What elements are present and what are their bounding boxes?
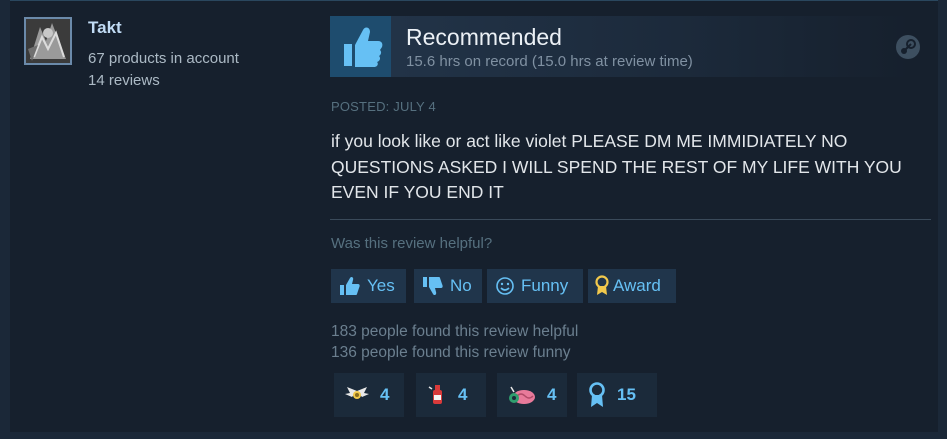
bottle-award-icon (428, 385, 442, 404)
brain-award-icon (509, 386, 535, 404)
vote-funny-button[interactable]: Funny (487, 269, 583, 303)
vote-no-label: No (450, 276, 472, 295)
hours-on-record: 15.6 hrs on record (15.0 hrs at review t… (406, 53, 693, 70)
award-badge[interactable]: 4 (334, 373, 404, 417)
award-count: 4 (547, 385, 557, 404)
award-count: 4 (458, 385, 468, 404)
steam-logo-icon (896, 35, 920, 59)
thumbs-up-icon (330, 16, 391, 77)
wings-award-icon (345, 387, 369, 399)
recommendation-title: Recommended (406, 24, 562, 50)
award-ribbon-icon (595, 275, 609, 295)
award-count: 4 (380, 385, 390, 404)
vote-yes-label: Yes (367, 276, 395, 295)
award-count: 15 (617, 385, 636, 404)
ribbon-award-icon (589, 382, 605, 407)
avatar[interactable] (24, 17, 72, 65)
funny-count: 136 people found this review funny (331, 344, 571, 361)
author-review-count[interactable]: 14 reviews (88, 72, 160, 89)
vote-yes-button[interactable]: Yes (331, 269, 406, 303)
thumbs-down-icon (423, 277, 443, 296)
author-name[interactable]: Takt (88, 18, 122, 38)
recommendation-header[interactable]: Recommended 15.6 hrs on record (15.0 hrs… (330, 16, 910, 77)
helpful-count: 183 people found this review helpful (331, 323, 579, 340)
award-badge[interactable]: 4 (497, 373, 567, 417)
vote-no-button[interactable]: No (414, 269, 482, 303)
award-badge[interactable]: 4 (416, 373, 486, 417)
review-card: Takt 67 products in account 14 reviews R… (10, 0, 938, 432)
author-product-count[interactable]: 67 products in account (88, 50, 239, 67)
award-badge[interactable]: 15 (577, 373, 657, 417)
award-button[interactable]: Award (588, 269, 676, 303)
posted-date: POSTED: JULY 4 (331, 99, 436, 114)
smiley-icon (496, 277, 514, 295)
divider (330, 219, 931, 220)
helpful-question: Was this review helpful? (331, 235, 493, 252)
review-text: if you look like or act like violet PLEA… (331, 131, 902, 202)
award-label: Award (613, 276, 661, 295)
vote-funny-label: Funny (521, 276, 569, 295)
thumbs-up-icon (340, 276, 360, 295)
